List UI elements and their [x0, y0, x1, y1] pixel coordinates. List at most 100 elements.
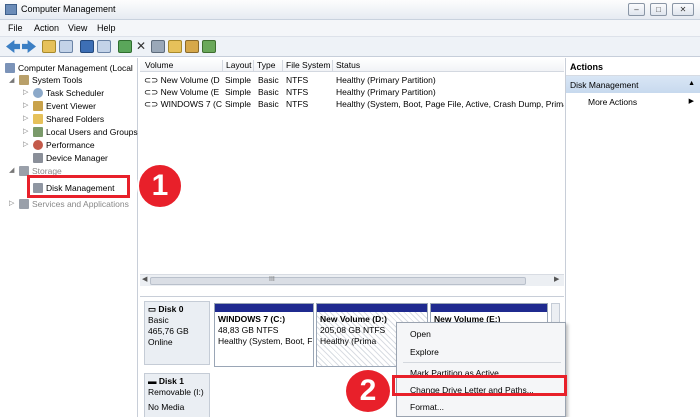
tree-item-system-tools[interactable]: System Tools: [19, 74, 82, 86]
highlight-change-drive-letter: [392, 375, 567, 396]
layout-cell: Simple: [225, 75, 251, 85]
clock-icon: [33, 88, 43, 98]
more-actions-label: More Actions: [588, 97, 638, 107]
toolbar: ✕: [0, 37, 700, 57]
tree-item-services[interactable]: Services and Applications: [19, 198, 129, 210]
search-icon[interactable]: [185, 40, 199, 53]
disk-0-state: Online: [148, 337, 173, 347]
scroll-left-icon[interactable]: ◀: [142, 275, 147, 283]
performance-icon: [33, 140, 43, 150]
tree-item-device-manager[interactable]: Device Manager: [33, 152, 108, 164]
partition-c[interactable]: WINDOWS 7 (C:) 48,83 GB NTFS Healthy (Sy…: [214, 303, 314, 367]
disk-1-media: No Media: [148, 402, 185, 412]
partition-bar: [215, 304, 313, 312]
type-cell: Basic: [258, 75, 279, 85]
expand-arrow-icon[interactable]: ▷: [9, 199, 14, 207]
tree-label: Task Scheduler: [46, 88, 105, 98]
table-row[interactable]: ⊂⊃ WINDOWS 7 (C:) Simple Basic NTFS Heal…: [140, 99, 564, 110]
context-menu: Open Explore Mark Partition as Active Ch…: [396, 322, 566, 417]
settings-icon[interactable]: [151, 40, 165, 53]
volume-name: New Volume (D:): [160, 75, 220, 85]
tree-item-computer-management[interactable]: Computer Management (Local: [5, 62, 133, 74]
expand-arrow-icon[interactable]: ▷: [23, 101, 28, 109]
tree-label: Local Users and Groups: [46, 127, 138, 137]
partition-bar: [317, 304, 427, 312]
menu-item-format[interactable]: Format...: [410, 402, 444, 412]
filesystem-cell: NTFS: [286, 99, 309, 109]
actions-section-label: Disk Management: [570, 80, 639, 90]
tree-item-shared-folders[interactable]: Shared Folders: [33, 113, 104, 125]
expand-arrow-icon[interactable]: ▷: [23, 140, 28, 148]
column-file-system[interactable]: File System: [282, 60, 330, 72]
refresh-icon[interactable]: [118, 40, 132, 53]
check-icon[interactable]: [202, 40, 216, 53]
filesystem-cell: NTFS: [286, 75, 309, 85]
menu-item-explore[interactable]: Explore: [410, 347, 439, 357]
up-folder-icon[interactable]: [42, 40, 56, 53]
column-volume[interactable]: Volume: [142, 60, 173, 72]
table-row[interactable]: ⊂⊃ New Volume (D:) Simple Basic NTFS Hea…: [140, 75, 564, 86]
users-icon: [33, 127, 43, 137]
collapse-arrow-icon[interactable]: ◢: [9, 76, 14, 84]
column-type[interactable]: Type: [253, 60, 275, 72]
table-row[interactable]: ⊂⊃ New Volume (E:) Simple Basic NTFS Hea…: [140, 87, 564, 98]
tree-item-event-viewer[interactable]: Event Viewer: [33, 100, 96, 112]
partition-size: 48,83 GB NTFS: [218, 325, 279, 335]
maximize-button[interactable]: □: [650, 3, 667, 16]
menu-action[interactable]: Action: [34, 23, 59, 33]
navigation-tree: Computer Management (Local ◢ System Tool…: [3, 58, 138, 417]
column-layout[interactable]: Layout: [222, 60, 252, 72]
show-tree-icon[interactable]: [59, 40, 73, 53]
menu-view[interactable]: View: [68, 23, 87, 33]
highlight-disk-management: [27, 175, 130, 198]
disk-1-label[interactable]: ▬ Disk 1 Removable (I:) No Media: [144, 373, 210, 417]
actions-pane: Actions Disk Management ▲ More Actions ▶: [565, 58, 700, 417]
type-cell: Basic: [258, 99, 279, 109]
title-bar: Computer Management – □ ✕: [0, 0, 700, 20]
expand-arrow-icon[interactable]: ▷: [23, 114, 28, 122]
collapse-arrow-icon[interactable]: ◢: [9, 166, 14, 174]
more-actions[interactable]: More Actions ▶: [566, 93, 700, 111]
collapse-up-icon[interactable]: ▲: [688, 80, 695, 87]
volume-cell: ⊂⊃ New Volume (E:): [144, 87, 220, 98]
disk-name: Disk 1: [158, 376, 184, 386]
folder-icon: [33, 114, 43, 124]
delete-icon[interactable]: ✕: [134, 40, 148, 53]
tree-item-local-users[interactable]: Local Users and Groups: [33, 126, 138, 138]
forward-arrow-icon[interactable]: [22, 40, 36, 53]
help-icon[interactable]: [80, 40, 94, 53]
minimize-button[interactable]: –: [628, 3, 645, 16]
scroll-thumb[interactable]: III: [150, 276, 526, 285]
open-folder-icon[interactable]: [168, 40, 182, 53]
disk-0-label[interactable]: ▭ Disk 0 Basic 465,76 GB Online: [144, 301, 210, 365]
tree-label: Shared Folders: [46, 114, 105, 124]
back-arrow-icon[interactable]: [6, 40, 20, 53]
disk-0-type: Basic: [148, 315, 169, 325]
volume-table-header: Volume Layout Type File System Status: [140, 58, 564, 72]
layout-cell: Simple: [225, 87, 251, 97]
actions-section-disk-management[interactable]: Disk Management ▲: [566, 76, 700, 93]
menu-item-open[interactable]: Open: [410, 329, 431, 339]
menu-help[interactable]: Help: [97, 23, 116, 33]
expand-arrow-icon[interactable]: ▷: [23, 88, 28, 96]
tree-item-performance[interactable]: Performance: [33, 139, 95, 151]
tree-label: Device Manager: [46, 153, 108, 163]
device-manager-icon: [33, 153, 43, 163]
step-2-badge: 2: [344, 368, 392, 414]
tree-label: System Tools: [32, 75, 83, 85]
scroll-right-icon[interactable]: ▶: [554, 275, 559, 283]
close-button[interactable]: ✕: [672, 3, 694, 16]
tree-item-task-scheduler[interactable]: Task Scheduler: [33, 87, 104, 99]
column-status[interactable]: Status: [332, 60, 360, 72]
tree-label: Computer Management (Local: [18, 63, 133, 73]
disk-0-size: 465,76 GB: [148, 326, 189, 336]
menu-file[interactable]: File: [8, 23, 23, 33]
tree-label: Event Viewer: [46, 101, 96, 111]
properties-icon[interactable]: [97, 40, 111, 53]
volume-cell: ⊂⊃ New Volume (D:): [144, 75, 220, 86]
status-cell: Healthy (Primary Partition): [336, 87, 436, 97]
partition-name: WINDOWS 7 (C:): [218, 314, 286, 324]
computer-management-icon: [5, 4, 17, 15]
horizontal-scrollbar[interactable]: ◀ III ▶: [140, 274, 564, 286]
expand-arrow-icon[interactable]: ▷: [23, 127, 28, 135]
